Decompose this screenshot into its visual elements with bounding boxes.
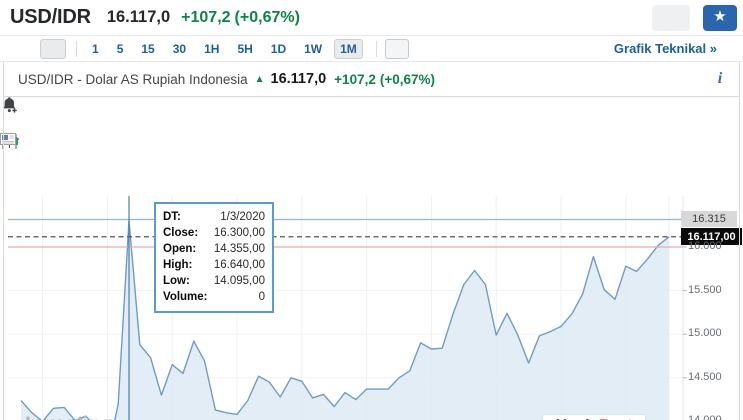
y-tick-14.000: 14.000 <box>688 414 722 420</box>
y-tick-16.000: 16.000 <box>688 240 722 252</box>
tooltip-label: Close: <box>163 225 198 241</box>
chart-change-percent: (+0,67%) <box>380 72 435 87</box>
tooltip-value: 14.355,00 <box>214 241 265 257</box>
tooltip-row: High: 16.640,00 <box>163 257 265 273</box>
haninpost-logo: HanInPost 한인포스트 <box>543 415 645 420</box>
price-change: +107,2 (+0,67%) <box>181 9 304 27</box>
info-icon[interactable]: i <box>710 69 730 89</box>
last-price: 16.117,0 <box>107 8 170 27</box>
news-panel-button[interactable] <box>385 39 409 59</box>
tooltip-label: Low: <box>163 273 190 289</box>
chart-toolbar: 1515301H5H1D1W1M Grafik Teknikal » <box>0 36 743 62</box>
candlestick-chart-button[interactable] <box>10 39 32 59</box>
interval-1D[interactable]: 1D <box>265 39 292 59</box>
widget-right-border <box>739 62 740 420</box>
up-arrow-icon: ▲ <box>255 74 265 85</box>
y-tick-14.500: 14.500 <box>688 371 722 383</box>
interval-30[interactable]: 30 <box>167 39 192 59</box>
ohlc-tooltip: DT: 1/3/2020 Close: 16.300,00 Open: 14.355,00… <box>154 202 274 313</box>
y-tick-15.500: 15.500 <box>688 284 722 296</box>
interval-1M[interactable]: 1M <box>334 39 363 59</box>
technical-chart-link[interactable]: Grafik Teknikal » <box>614 41 717 56</box>
add-to-watchlist-button[interactable]: ★ <box>703 5 737 31</box>
interval-1H[interactable]: 1H <box>198 39 225 59</box>
interval-1W[interactable]: 1W <box>298 39 328 59</box>
tooltip-row: DT: 1/3/2020 <box>163 209 265 225</box>
toolbar-separator <box>76 41 77 57</box>
tooltip-value: 1/3/2020 <box>220 209 265 225</box>
price-chart-svg <box>0 194 743 420</box>
usdidr-chart-page: USD/IDR 16.117,0 +107,2 (+0,67%) ★ <box>0 0 743 420</box>
change-percent: (+0,67%) <box>235 9 300 26</box>
toolbar-separator <box>376 41 377 57</box>
chart-title-bar: USD/IDR - Dolar AS Rupiah Indonesia ▲ 16… <box>3 62 740 97</box>
chart-plot-area[interactable]: Investing.com HanInPost 한인포스트 DT:1/3/202… <box>0 97 743 420</box>
high-price-axis-label: 16.315 <box>681 211 737 227</box>
change-value: +107,2 <box>181 9 230 26</box>
add-alert-button[interactable] <box>652 5 690 31</box>
tooltip-label: DT: <box>163 209 181 225</box>
tooltip-label: High: <box>163 257 192 273</box>
tooltip-value: 0 <box>259 289 265 305</box>
tooltip-label: Volume: <box>163 289 208 305</box>
tooltip-row: Low: 14.095,00 <box>163 273 265 289</box>
instrument-symbol: USD/IDR <box>10 6 91 29</box>
interval-15[interactable]: 15 <box>135 39 160 59</box>
tooltip-value: 16.640,00 <box>214 257 265 273</box>
interval-1[interactable]: 1 <box>86 39 105 59</box>
widget-left-border <box>3 62 4 420</box>
instrument-header: USD/IDR 16.117,0 +107,2 (+0,67%) ★ <box>0 0 743 36</box>
tooltip-value: 16.300,00 <box>214 225 265 241</box>
interval-5[interactable]: 5 <box>111 39 130 59</box>
chart-price: 16.117,0 <box>271 71 327 87</box>
chart-change-value: +107,2 <box>334 72 376 87</box>
line-chart-button[interactable] <box>40 39 66 59</box>
tooltip-row: Close: 16.300,00 <box>163 225 265 241</box>
interval-buttons: 1515301H5H1D1W1M <box>83 39 366 59</box>
chart-change: +107,2 (+0,67%) <box>334 72 439 87</box>
star-icon: ★ <box>713 9 726 24</box>
interval-5H[interactable]: 5H <box>231 39 258 59</box>
tooltip-label: Open: <box>163 241 196 257</box>
tooltip-row: Open: 14.355,00 <box>163 241 265 257</box>
y-tick-15.000: 15.000 <box>688 327 722 339</box>
tooltip-value: 14.095,00 <box>214 273 265 289</box>
chart-title: USD/IDR - Dolar AS Rupiah Indonesia <box>18 72 248 87</box>
tooltip-row: Volume: 0 <box>163 289 265 305</box>
